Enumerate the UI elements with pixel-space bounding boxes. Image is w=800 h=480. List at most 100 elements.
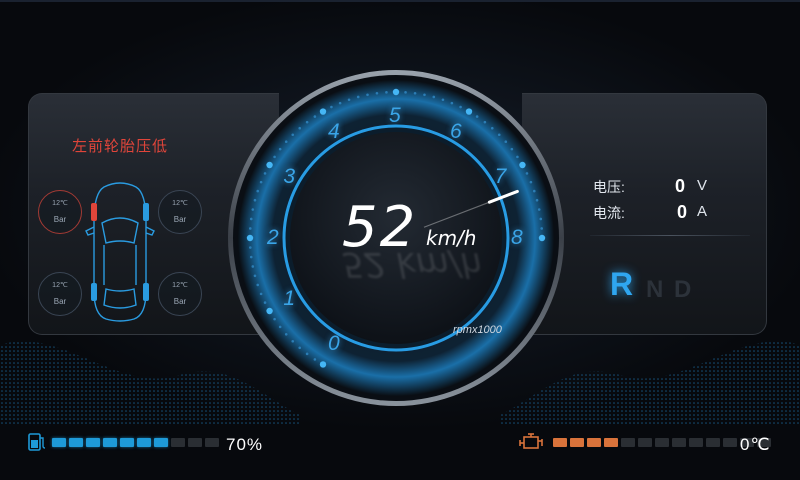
level-segment — [655, 438, 669, 447]
minor-tick — [497, 133, 501, 137]
voltage-value: 0 — [674, 176, 685, 196]
major-tick — [266, 307, 273, 315]
minor-tick — [459, 105, 462, 109]
minor-tick — [253, 274, 257, 278]
minor-tick — [375, 91, 379, 95]
minor-tick — [305, 352, 309, 356]
level-segment — [638, 438, 652, 447]
level-segment — [553, 438, 567, 447]
minor-tick — [516, 155, 519, 159]
minor-tick — [278, 325, 282, 329]
level-segment — [103, 438, 117, 447]
level-segment — [723, 438, 737, 447]
minor-tick — [259, 292, 263, 296]
major-tick — [266, 161, 273, 169]
level-segment — [205, 438, 219, 447]
tire-front-right: 12℃ Bar — [158, 190, 202, 234]
major-tick — [538, 234, 546, 242]
minor-tick — [249, 255, 253, 259]
minor-tick — [251, 208, 255, 211]
minor-tick — [537, 208, 541, 211]
minor-tick — [284, 332, 288, 336]
level-segment — [672, 438, 686, 447]
tire-temp: 12℃ — [52, 200, 68, 207]
level-segment — [587, 438, 601, 447]
tire-rear-left: 12℃ Bar — [38, 272, 82, 316]
rpm-scale-label: 6 — [450, 120, 462, 144]
tire-unit: Bar — [53, 215, 67, 224]
minor-tick — [249, 246, 252, 249]
rpm-scale-label: 0 — [328, 331, 340, 355]
battery-level-bars — [52, 438, 219, 447]
minor-tick — [490, 126, 494, 130]
minor-tick — [273, 317, 276, 321]
minor-tick — [338, 101, 342, 105]
level-segment — [604, 438, 618, 447]
minor-tick — [256, 189, 260, 193]
minor-tick — [256, 283, 260, 287]
minor-tick — [432, 95, 436, 99]
level-segment — [188, 438, 202, 447]
minor-tick — [284, 140, 288, 144]
level-segment — [171, 438, 185, 447]
minor-tick — [366, 93, 369, 97]
minor-tick — [413, 91, 417, 95]
speed-reflection: 52 km/h — [342, 244, 482, 284]
tire-temp: 12℃ — [172, 200, 188, 207]
minor-tick — [291, 339, 295, 343]
voltage-unit: V — [697, 177, 708, 194]
rpm-scale-label: 8 — [511, 226, 523, 249]
minor-tick — [450, 101, 454, 105]
minor-tick — [291, 133, 295, 137]
temperature-value: 0℃ — [740, 435, 771, 454]
minor-tick — [529, 180, 533, 184]
minor-tick — [540, 227, 543, 230]
minor-tick — [298, 346, 302, 350]
level-segment — [689, 438, 703, 447]
tire-unit: Bar — [53, 297, 67, 306]
minor-tick — [253, 198, 257, 202]
level-segment — [69, 438, 83, 447]
major-tick — [392, 88, 400, 96]
rpm-scale-label: 2 — [267, 226, 279, 249]
current-row: 电流: 0 A — [593, 202, 707, 223]
battery-percent: 70% — [226, 435, 264, 454]
minor-tick — [385, 91, 388, 94]
minor-tick — [347, 98, 351, 102]
level-segment — [154, 438, 168, 447]
major-tick — [519, 161, 526, 169]
engine-temperature-icon — [519, 433, 543, 449]
minor-tick — [273, 155, 276, 159]
minor-tick — [305, 120, 309, 124]
minor-tick — [423, 93, 426, 97]
minor-tick — [404, 91, 407, 94]
minor-tick — [510, 147, 514, 151]
minor-tick — [263, 301, 267, 304]
minor-tick — [535, 198, 539, 202]
temperature-level-bars — [553, 438, 771, 447]
tire-temp: 12℃ — [172, 282, 188, 289]
major-tick — [246, 234, 254, 242]
gear-d: D — [674, 276, 692, 303]
level-segment — [706, 438, 720, 447]
rpm-scale-label: 7 — [494, 165, 507, 188]
level-segment — [86, 438, 100, 447]
minor-tick — [259, 180, 263, 184]
major-tick — [319, 108, 327, 115]
level-segment — [570, 438, 584, 447]
minor-tick — [251, 265, 255, 268]
current-unit: A — [697, 203, 708, 220]
tire-unit: Bar — [173, 215, 187, 224]
rpm-scale-label: 1 — [283, 287, 296, 310]
tire-unit: Bar — [173, 297, 187, 306]
voltage-label: 电压: — [593, 179, 625, 195]
divider — [590, 235, 750, 236]
minor-tick — [330, 105, 333, 109]
tire-pressure-warning: 左前轮胎压低 — [72, 138, 169, 155]
minor-tick — [249, 217, 253, 221]
minor-tick — [475, 115, 479, 118]
top-border — [0, 0, 800, 2]
minor-tick — [483, 120, 487, 124]
minor-tick — [525, 172, 529, 175]
minor-tick — [298, 126, 302, 130]
